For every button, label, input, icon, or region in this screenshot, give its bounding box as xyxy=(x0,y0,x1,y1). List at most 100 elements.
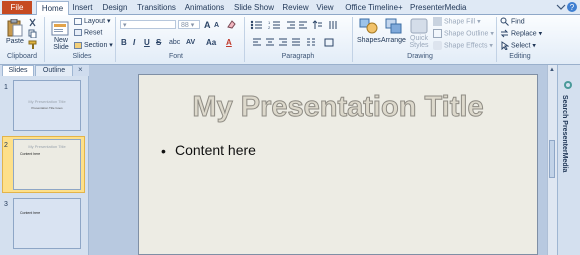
font-color-button[interactable]: A xyxy=(226,38,232,47)
shape-effects-icon xyxy=(433,41,442,50)
shape-fill-icon xyxy=(433,17,442,26)
thumbnail-subtitle: Presentation Title Goes xyxy=(31,106,63,110)
group-separator xyxy=(44,17,45,62)
help-icon[interactable]: ? xyxy=(554,1,578,13)
shape-outline-icon xyxy=(433,29,442,38)
reset-button[interactable]: Reset xyxy=(74,29,102,36)
shapes-button[interactable]: Shapes xyxy=(357,37,381,44)
thumbnail-number: 3 xyxy=(4,201,8,208)
decrease-indent-icon[interactable] xyxy=(286,20,296,32)
format-painter-icon[interactable] xyxy=(28,40,37,51)
italic-button[interactable]: I xyxy=(133,38,135,47)
quick-styles-button[interactable]: Quick Styles xyxy=(406,35,432,49)
current-slide[interactable]: My Presentation Title • Content here xyxy=(138,74,538,255)
pane-logo-icon xyxy=(563,80,573,92)
ribbon-controls: ? xyxy=(554,1,578,13)
tab-view[interactable]: View xyxy=(314,1,336,14)
paste-icon[interactable] xyxy=(5,18,25,39)
font-size-value: 88 xyxy=(181,22,189,29)
thumbnail-text: Content here xyxy=(20,211,41,215)
justify-icon[interactable] xyxy=(291,38,301,49)
new-slide-icon[interactable] xyxy=(51,19,69,38)
thumbnail-number: 2 xyxy=(4,142,8,149)
underline-button[interactable]: U xyxy=(144,38,150,47)
clipboard-group-label: Clipboard xyxy=(7,53,37,60)
tab-home[interactable]: Home xyxy=(36,1,69,15)
bold-button[interactable]: B xyxy=(121,38,127,47)
find-icon xyxy=(500,17,509,26)
bullet-icon: • xyxy=(161,143,166,159)
layout-icon xyxy=(74,17,82,25)
shape-outline-button[interactable]: Shape Outline ▾ xyxy=(433,29,494,38)
text-direction-icon[interactable] xyxy=(328,20,338,32)
shadow-button[interactable]: abc xyxy=(169,39,180,46)
section-button[interactable]: Section ▾ xyxy=(74,41,113,49)
slides-group-label: Slides xyxy=(72,53,92,60)
align-text-icon[interactable] xyxy=(324,38,334,49)
scroll-up-icon[interactable]: ▲ xyxy=(549,67,555,73)
align-left-icon[interactable] xyxy=(252,38,262,49)
tab-design[interactable]: Design xyxy=(100,1,130,14)
change-case-button[interactable]: Aa xyxy=(206,38,216,47)
tab-animations[interactable]: Animations xyxy=(182,1,227,14)
side-pane-label[interactable]: Search PresenterMedia xyxy=(561,95,568,172)
paragraph-group-label: Paragraph xyxy=(281,53,315,60)
tab-transitions[interactable]: Transitions xyxy=(134,1,179,14)
slide-title[interactable]: My Presentation Title xyxy=(139,91,537,124)
font-size-select[interactable]: 88 ▾ xyxy=(178,20,200,29)
tab-presentermedia[interactable]: PresenterMedia xyxy=(410,1,466,14)
shapes-icon[interactable] xyxy=(359,17,379,37)
cut-icon[interactable] xyxy=(28,18,37,29)
font-family-select[interactable]: ▾ xyxy=(120,20,176,29)
reset-label: Reset xyxy=(84,29,103,37)
quick-styles-icon[interactable] xyxy=(410,18,428,36)
copy-icon[interactable] xyxy=(28,29,37,40)
strikethrough-button[interactable]: S xyxy=(156,38,161,47)
shape-fill-button[interactable]: Shape Fill ▾ xyxy=(433,17,481,26)
editing-group-label: Editing xyxy=(509,53,531,60)
increase-indent-icon[interactable] xyxy=(298,20,308,32)
layout-label: Layout xyxy=(84,18,106,25)
tab-review[interactable]: Review xyxy=(281,1,310,14)
arrange-button[interactable]: Arrange xyxy=(381,37,406,44)
group-separator xyxy=(115,17,116,62)
slide-thumbnail-1[interactable]: My Presentation Title Presentation Title… xyxy=(13,80,81,131)
drawing-group-label: Drawing xyxy=(407,53,433,60)
shape-effects-label: Shape Effects xyxy=(444,42,488,50)
find-button[interactable]: Find xyxy=(500,17,525,26)
slide-thumbnail-2[interactable]: My Presentation Title Content here xyxy=(13,139,81,190)
align-center-icon[interactable] xyxy=(265,38,275,49)
scrollbar-thumb[interactable] xyxy=(549,140,555,178)
close-icon[interactable]: × xyxy=(78,65,83,74)
svg-text:?: ? xyxy=(570,3,575,12)
shape-effects-button[interactable]: Shape Effects ▾ xyxy=(433,41,493,50)
align-right-icon[interactable] xyxy=(278,38,288,49)
arrange-icon[interactable] xyxy=(384,17,404,37)
replace-button[interactable]: Replace ▾ xyxy=(500,29,542,38)
tab-file[interactable]: File xyxy=(2,1,32,14)
clear-formatting-icon[interactable] xyxy=(226,19,236,31)
tab-office-timeline[interactable]: Office Timeline+ xyxy=(343,1,405,14)
panel-tabs: Slides Outline × xyxy=(0,65,88,77)
slide-thumbnail-3[interactable]: Content here xyxy=(13,198,81,249)
tab-insert[interactable]: Insert xyxy=(69,1,96,14)
group-separator xyxy=(244,17,245,62)
shrink-font-button[interactable]: A xyxy=(214,22,219,29)
bullets-icon[interactable] xyxy=(250,20,264,32)
character-spacing-button[interactable]: AV xyxy=(186,39,195,46)
new-slide-button[interactable]: New Slide xyxy=(51,37,71,51)
section-icon xyxy=(74,41,82,49)
group-separator xyxy=(496,17,497,62)
paste-button[interactable]: Paste xyxy=(6,38,24,45)
font-group-label: Font xyxy=(168,53,183,60)
select-icon xyxy=(500,41,510,51)
layout-button[interactable]: Layout ▾ xyxy=(74,17,111,25)
columns-icon[interactable] xyxy=(306,38,316,49)
tab-slide-show[interactable]: Slide Show xyxy=(231,1,277,14)
grow-font-button[interactable]: A xyxy=(204,20,211,30)
line-spacing-icon[interactable] xyxy=(312,20,322,32)
slide-content-text[interactable]: Content here xyxy=(175,142,256,158)
select-button[interactable]: Select ▾ xyxy=(500,41,536,51)
numbering-icon[interactable]: 12 xyxy=(268,20,282,32)
find-label: Find xyxy=(511,18,525,26)
